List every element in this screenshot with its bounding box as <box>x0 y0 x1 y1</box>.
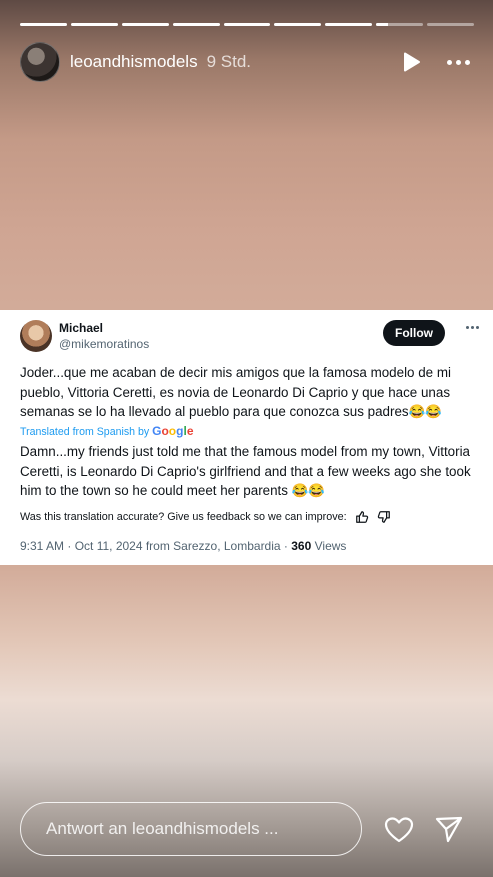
progress-segment <box>20 23 67 26</box>
tweet-author-name[interactable]: Michael <box>59 321 103 335</box>
reply-input[interactable]: Antwort an leoandhismodels ... <box>20 802 362 856</box>
send-icon[interactable] <box>434 814 464 844</box>
views-label: Views <box>314 539 347 553</box>
story-username[interactable]: leoandhismodels <box>70 52 198 72</box>
tweet-header: Michael @mikemoratinos Follow <box>20 320 479 362</box>
views-count: 360 <box>291 539 312 553</box>
tweet-translation: Damn...my friends just told me that the … <box>20 444 471 498</box>
thumbs-down-icon[interactable] <box>377 510 391 524</box>
tweet-author-handle[interactable]: @mikemoratinos <box>59 337 149 351</box>
progress-segment <box>376 23 424 26</box>
google-logo: Google <box>152 424 194 438</box>
more-icon <box>446 59 452 65</box>
reply-placeholder: Antwort an leoandhismodels ... <box>46 819 279 838</box>
progress-segment <box>70 23 118 26</box>
thumbs-up-icon[interactable] <box>355 510 369 524</box>
follow-button[interactable]: Follow <box>383 320 445 346</box>
translation-feedback: Was this translation accurate? Give us f… <box>20 510 391 524</box>
tweet-meta: 9:31 AM · Oct 11, 2024 from Sarezzo, Lom… <box>20 539 346 553</box>
progress-segment <box>121 23 169 26</box>
play-icon <box>404 52 420 72</box>
progress-segment <box>274 23 322 26</box>
progress-segment <box>325 23 373 26</box>
progress-segment <box>223 23 271 26</box>
feedback-prompt: Was this translation accurate? Give us f… <box>20 511 347 523</box>
tweet-card: Michael @mikemoratinos Follow Joder...qu… <box>0 310 493 565</box>
progress-segment <box>427 23 475 26</box>
translated-by-label[interactable]: Translated from Spanish by Google <box>20 424 194 438</box>
avatar[interactable] <box>20 42 60 82</box>
progress-segment <box>172 23 220 26</box>
story-timestamp: 9 Std. <box>206 52 252 71</box>
story-progress-bar <box>20 23 475 26</box>
translated-prefix: Translated from Spanish by <box>20 426 150 438</box>
tweet-avatar[interactable] <box>20 320 52 352</box>
heart-icon[interactable] <box>383 814 415 846</box>
tweet-date[interactable]: 9:31 AM · Oct 11, 2024 from Sarezzo, Lom… <box>20 539 288 553</box>
tweet-text: Joder...que me acaban de decir mis amigo… <box>20 365 451 419</box>
tweet-more-icon[interactable] <box>466 326 479 329</box>
story-header: leoandhismodels 9 Std. <box>20 42 473 82</box>
play-button[interactable] <box>399 49 425 75</box>
more-options-button[interactable] <box>443 49 473 75</box>
